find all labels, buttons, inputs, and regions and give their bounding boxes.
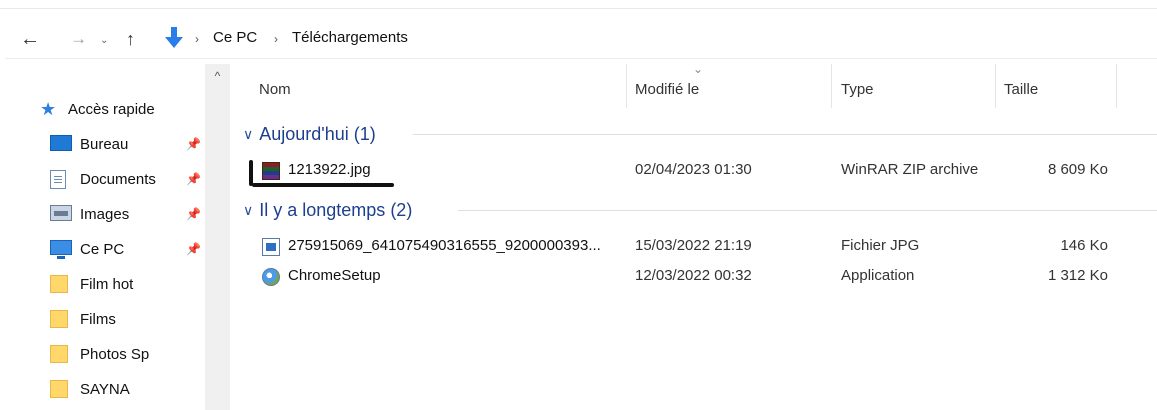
annotation-bracket — [249, 160, 253, 186]
file-row[interactable]: 275915069_641075490316555_9200000393... … — [240, 232, 1120, 260]
file-row[interactable]: 1213922.jpg 02/04/2023 01:30 WinRAR ZIP … — [240, 156, 1120, 184]
file-name: 1213922.jpg — [288, 161, 371, 178]
annotation-underline — [252, 183, 394, 187]
folder-icon — [50, 345, 72, 363]
group-divider — [458, 210, 1157, 211]
file-name: 275915069_641075490316555_9200000393... — [288, 237, 601, 254]
column-separator[interactable] — [995, 64, 996, 108]
breadcrumb-separator: › — [195, 32, 199, 46]
column-separator[interactable] — [1116, 64, 1117, 108]
column-header-type[interactable]: Type — [841, 81, 874, 98]
group-label: Il y a longtemps (2) — [259, 199, 413, 220]
back-arrow-icon[interactable]: ← — [20, 24, 40, 54]
sidebar-item-quick-access[interactable]: ★ Accès rapide — [0, 94, 205, 124]
chevron-down-icon: ∨ — [243, 201, 254, 218]
file-size: 1 312 Ko — [1047, 267, 1108, 284]
file-size: 8 609 Ko — [1047, 161, 1108, 178]
sidebar-item-label: Images — [80, 205, 130, 223]
sidebar-item-label: Films — [80, 310, 116, 328]
sidebar-item-film-hot[interactable]: Film hot — [0, 269, 205, 299]
breadcrumb-separator: › — [274, 32, 278, 46]
file-modified: 15/03/2022 21:19 — [635, 237, 752, 254]
group-header-long-ago[interactable]: ∨ Il y a longtemps (2) — [243, 196, 412, 224]
group-divider — [413, 134, 1157, 135]
sort-chevron-icon: ⌄ — [693, 62, 704, 76]
file-type: WinRAR ZIP archive — [841, 161, 979, 178]
address-bar: ← → ⌄ ↑ › Ce PC › Téléchargements — [0, 20, 1157, 58]
pin-icon: 📌 — [186, 207, 201, 221]
column-separator[interactable] — [626, 64, 627, 108]
column-header-modified[interactable]: Modifié le — [635, 81, 699, 98]
sidebar-item-label: Accès rapide — [68, 100, 155, 118]
file-type: Application — [841, 267, 915, 284]
winrar-archive-icon — [262, 162, 280, 180]
group-label: Aujourd'hui (1) — [259, 123, 376, 144]
chevron-down-icon: ∨ — [243, 125, 254, 142]
folder-icon — [50, 310, 72, 328]
sidebar-item-label: Photos Sp — [80, 345, 150, 363]
sidebar-item-photos-sp[interactable]: Photos Sp — [0, 339, 205, 369]
sidebar-item-label: Ce PC — [80, 240, 125, 258]
sidebar-item-ce-pc[interactable]: Ce PC 📌 — [0, 234, 205, 264]
file-name: ChromeSetup — [288, 267, 381, 284]
images-icon — [50, 205, 72, 223]
address-divider — [5, 58, 1157, 59]
file-size: 146 Ko — [1060, 237, 1108, 254]
column-header-size[interactable]: Taille — [1004, 81, 1038, 98]
navigation-pane: ★ Accès rapide Bureau 📌 Documents 📌 Imag… — [0, 64, 205, 410]
scroll-up-icon[interactable]: ^ — [211, 70, 224, 83]
file-type: Fichier JPG — [841, 237, 920, 254]
chrome-setup-icon — [262, 268, 280, 286]
chevron-down-icon[interactable]: ⌄ — [100, 25, 108, 55]
group-header-today[interactable]: ∨ Aujourd'hui (1) — [243, 120, 376, 148]
breadcrumb-this-pc[interactable]: Ce PC — [213, 29, 257, 46]
breadcrumb-downloads[interactable]: Téléchargements — [292, 29, 408, 46]
column-header-name[interactable]: Nom — [259, 81, 291, 98]
sidebar-item-label: Bureau — [80, 135, 129, 153]
desktop-icon — [50, 135, 72, 153]
sidebar-item-bureau[interactable]: Bureau 📌 — [0, 129, 205, 159]
documents-icon — [50, 170, 72, 189]
sidebar-item-label: Documents — [80, 170, 156, 188]
pin-icon: 📌 — [186, 137, 201, 151]
folder-icon — [50, 275, 72, 293]
folder-icon — [50, 380, 72, 398]
sidebar-item-images[interactable]: Images 📌 — [0, 199, 205, 229]
this-pc-icon — [50, 240, 72, 259]
top-strip — [0, 0, 1157, 9]
sidebar-item-films[interactable]: Films — [0, 304, 205, 334]
sidebar-item-sayna[interactable]: SAYNA — [0, 374, 205, 404]
file-row[interactable]: ChromeSetup 12/03/2022 00:32 Application… — [240, 262, 1120, 290]
pin-icon: 📌 — [186, 172, 201, 186]
star-icon: ★ — [40, 99, 57, 119]
jpg-file-icon — [262, 238, 280, 256]
pin-icon: 📌 — [186, 242, 201, 256]
file-modified: 02/04/2023 01:30 — [635, 161, 752, 178]
downloads-icon — [163, 26, 185, 50]
sidebar-item-label: Film hot — [80, 275, 134, 293]
up-arrow-icon[interactable]: ↑ — [126, 24, 135, 54]
sidebar-item-label: SAYNA — [80, 380, 130, 398]
column-separator[interactable] — [831, 64, 832, 108]
sidebar-item-documents[interactable]: Documents 📌 — [0, 164, 205, 194]
file-modified: 12/03/2022 00:32 — [635, 267, 752, 284]
sidebar-scrollbar[interactable]: ^ — [205, 64, 230, 410]
forward-arrow-icon[interactable]: → — [70, 24, 87, 54]
